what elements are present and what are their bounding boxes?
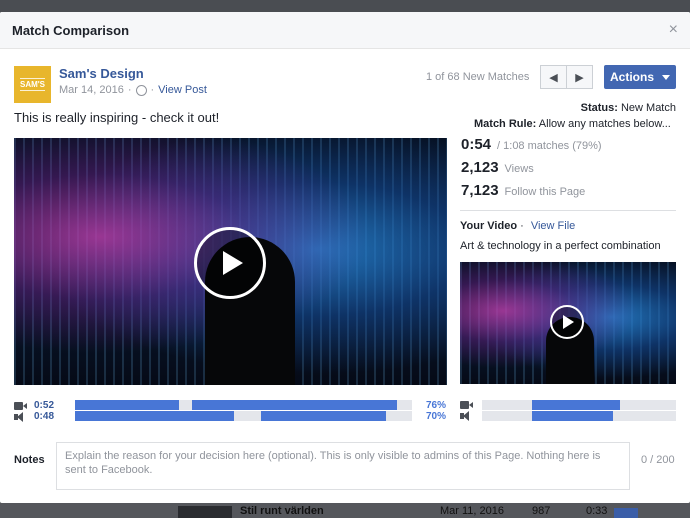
rule-label: Match Rule: (474, 118, 537, 130)
separator-dot: · (520, 220, 524, 232)
follows-stat: 7,123 Follow this Page (461, 182, 585, 199)
follows-label: Follow this Page (504, 186, 586, 198)
actions-button[interactable]: Actions (604, 65, 676, 89)
video-camera-icon (460, 400, 474, 410)
background-video-views: 987 (532, 505, 551, 517)
separator-dot: · (150, 84, 155, 96)
background-page-top (0, 0, 690, 12)
post-meta: Mar 14, 2016 · · View Post (59, 84, 207, 96)
view-post-link[interactable]: View Post (158, 84, 207, 96)
views-count: 2,123 (461, 159, 499, 176)
background-match-bar (614, 508, 638, 518)
speaker-icon (14, 411, 28, 422)
post-date: Mar 14, 2016 (59, 84, 124, 96)
close-icon[interactable]: × (669, 21, 678, 39)
matched-video-player[interactable] (14, 138, 447, 385)
page-name-link[interactable]: Sam's Design (59, 66, 144, 81)
status-label: Status: (580, 102, 618, 114)
divider (460, 210, 676, 211)
audio-match-percent: 70% (426, 411, 447, 422)
match-segment (261, 411, 386, 421)
background-video-time: 0:33 (586, 505, 608, 517)
match-segment (192, 400, 397, 410)
match-status: Status: New Match (581, 102, 676, 114)
chevron-left-icon: ◀ (549, 71, 558, 84)
match-segment (532, 400, 620, 410)
your-video-player[interactable] (460, 262, 676, 384)
post-text: This is really inspiring - check it out! (14, 110, 220, 125)
video-match-timeline[interactable] (75, 400, 412, 410)
notes-label: Notes (14, 454, 45, 466)
background-video-thumbnail (178, 506, 232, 518)
background-video-date: Mar 11, 2016 (440, 505, 505, 517)
views-stat: 2,123 Views (461, 159, 534, 176)
next-match-button[interactable]: ▶ (566, 65, 593, 89)
your-video-label: Your Video (460, 220, 518, 232)
play-icon[interactable] (194, 227, 266, 299)
your-video-header: Your Video · View File (460, 220, 575, 232)
match-rule: Match Rule: Allow any matches below... (474, 118, 671, 130)
your-video-match-timeline[interactable] (482, 400, 676, 410)
audio-track-row: 0:48 (14, 411, 54, 422)
your-audio-track-row (460, 411, 480, 421)
status-value: New Match (620, 102, 676, 114)
actions-label: Actions (609, 70, 654, 84)
video-camera-icon (14, 401, 28, 411)
match-time: 0:54 (461, 136, 492, 153)
play-icon[interactable] (550, 305, 584, 339)
your-video-description: Art & technology in a perfect combinatio… (460, 240, 661, 252)
dialog-header: Match Comparison × (0, 12, 690, 49)
globe-icon (135, 84, 147, 96)
match-segment (532, 411, 613, 421)
separator-dot: · (127, 84, 132, 96)
dialog-title: Match Comparison (12, 23, 130, 38)
background-video-title: Stil runt världen (240, 505, 324, 517)
caret-down-icon (662, 74, 670, 80)
previous-match-button[interactable]: ◀ (540, 65, 567, 89)
match-counter: 1 of 68 New Matches (426, 71, 530, 83)
notes-character-counter: 0 / 200 (641, 454, 675, 466)
chevron-right-icon: ▶ (575, 71, 584, 84)
views-label: Views (504, 163, 534, 175)
video-track-time: 0:52 (34, 400, 55, 411)
video-track-row: 0:52 (14, 400, 54, 411)
follows-count: 7,123 (461, 182, 499, 199)
match-detail: / 1:08 matches (79%) (497, 140, 602, 152)
match-segment (75, 411, 234, 421)
page-avatar[interactable]: SAM'S (14, 66, 51, 103)
your-video-track-row (460, 400, 480, 410)
your-audio-match-timeline[interactable] (482, 411, 676, 421)
notes-input[interactable]: Explain the reason for your decision her… (56, 442, 630, 490)
match-duration-stat: 0:54 / 1:08 matches (79%) (461, 136, 602, 153)
avatar-logo-text: SAM'S (19, 78, 45, 91)
audio-track-time: 0:48 (34, 411, 55, 422)
speaker-icon (460, 411, 474, 421)
video-match-percent: 76% (426, 400, 447, 411)
audio-match-timeline[interactable] (75, 411, 412, 421)
match-comparison-dialog: Match Comparison × SAM'S Sam's Design Ma… (0, 12, 690, 503)
view-file-link[interactable]: View File (531, 220, 575, 232)
rule-value: Allow any matches below... (538, 118, 671, 130)
match-segment (75, 400, 179, 410)
